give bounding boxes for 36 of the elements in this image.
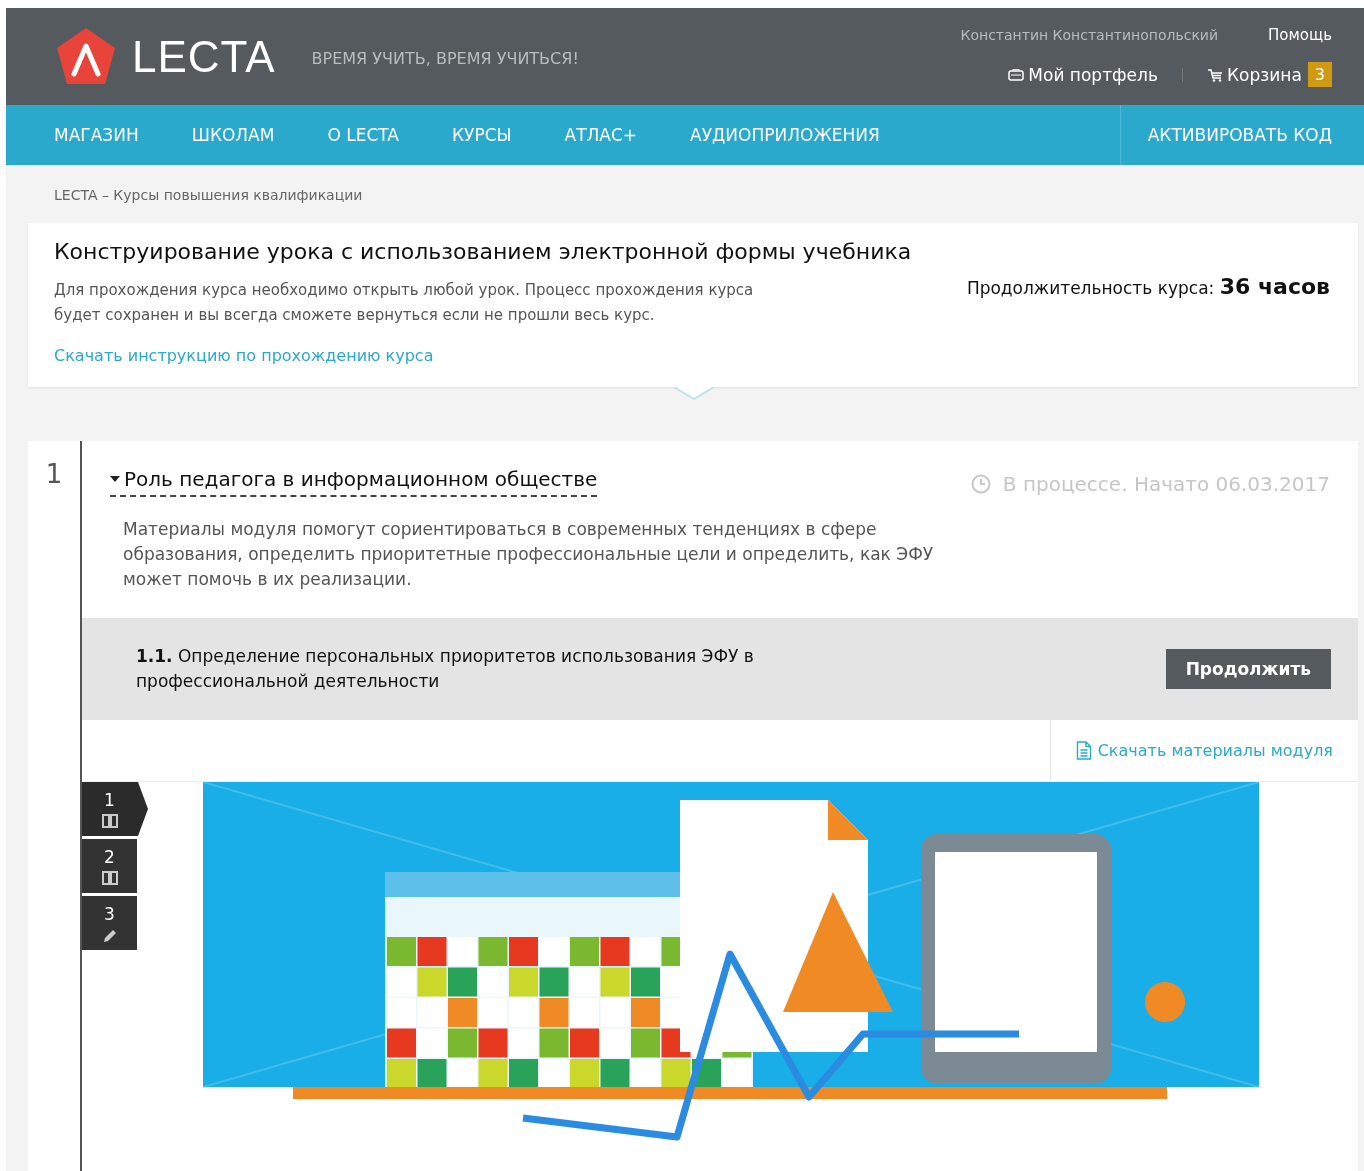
instructions-link[interactable]: Скачать инструкцию по прохождению курса	[54, 346, 434, 365]
step-tab[interactable]: 3	[82, 896, 137, 950]
nav-link[interactable]: О LECTA	[327, 125, 399, 145]
book-icon	[101, 813, 118, 829]
course-duration: Продолжительность курса: 36 часов	[966, 274, 1330, 299]
cart-count-badge: 3	[1307, 62, 1332, 87]
nav-link[interactable]: АТЛАС+	[564, 125, 638, 145]
step-tab[interactable]: 1	[82, 782, 148, 836]
course-description: Для прохождения курса необходимо открыть любой урок. Процесс прохождения курса будет сохранен и вы всегда сможете вернуться если не прошли весь курс.	[54, 280, 755, 326]
logo-text[interactable]: LECTA	[132, 31, 276, 82]
continue-button[interactable]: Продолжить	[1165, 649, 1331, 689]
help-link[interactable]: Помощь	[1268, 26, 1332, 44]
lesson-title: 1.1. Определение персональных приоритетов использования ЭФУ в профессиональной деятельности	[136, 645, 755, 693]
course-title: Конструирование урока с использованием электронной формы учебника	[54, 239, 913, 264]
nav-link[interactable]: МАГАЗИН	[54, 125, 139, 145]
module-title-link[interactable]: Роль педагога в информационном обществе	[110, 465, 598, 497]
book-icon	[101, 870, 118, 886]
caret-down-icon	[110, 475, 120, 482]
nav-link[interactable]: АУДИОПРИЛОЖЕНИЯ	[690, 125, 880, 145]
pencil-icon	[101, 927, 118, 943]
portfolio-link[interactable]: Мой портфель	[1008, 64, 1158, 85]
slogan: ВРЕМЯ УЧИТЬ, ВРЕМЯ УЧИТЬСЯ!	[311, 49, 579, 68]
cart-icon	[1206, 67, 1223, 82]
user-name-link[interactable]: Константин Константинопольский	[960, 27, 1219, 43]
step-tab[interactable]: 2	[82, 839, 137, 893]
briefcase-icon	[1008, 68, 1025, 81]
activate-code-link[interactable]: АКТИВИРОВАТЬ КОД	[1119, 105, 1364, 165]
materials-link[interactable]: Скачать материалы модуля	[1049, 720, 1358, 781]
nav-link[interactable]: ШКОЛАМ	[191, 125, 275, 145]
document-icon	[1075, 741, 1092, 760]
nav-link[interactable]: КУРСЫ	[452, 125, 512, 145]
cart-link[interactable]: Корзина	[1206, 64, 1302, 85]
module-status: В процессе. Начато 06.03.2017	[1002, 472, 1330, 496]
module-description: Материалы модуля помогут сориентироваться в современных тенденциях в сфере образования, определить приоритетные профессиональные цели и определить, как ЭФУ может помочь в их реализации.	[123, 518, 935, 591]
breadcrumb[interactable]: LECTA – Курсы повышения квалификации	[28, 165, 1358, 223]
clock-icon	[970, 474, 991, 494]
